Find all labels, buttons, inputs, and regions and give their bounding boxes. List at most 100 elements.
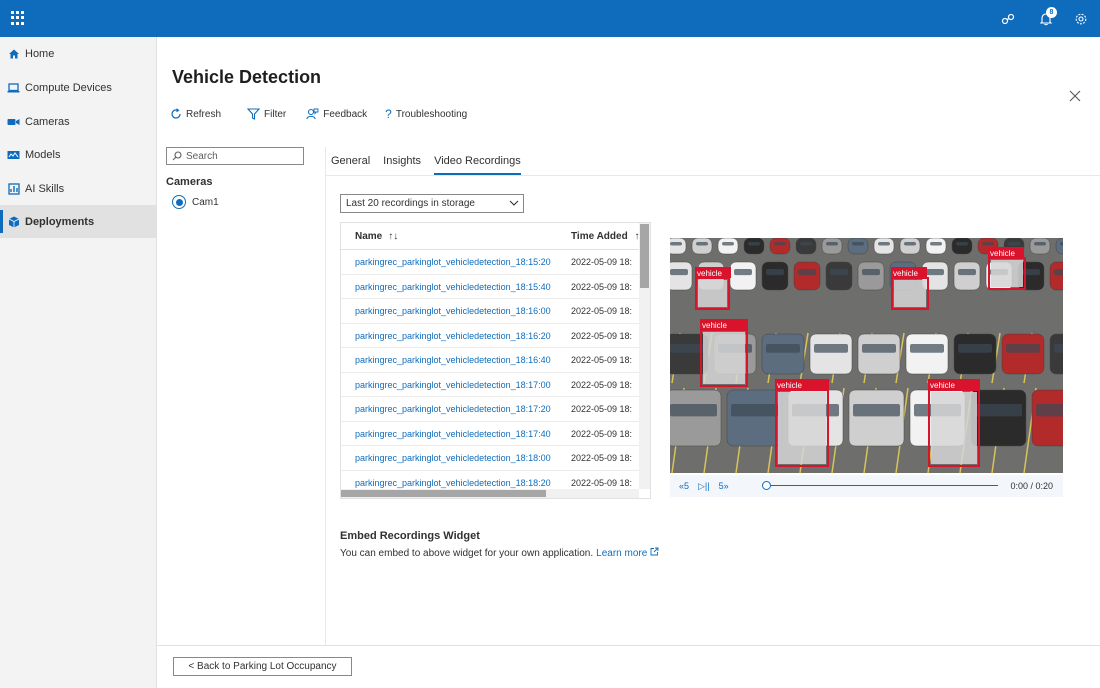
sidebar-item-models[interactable]: Models (0, 138, 157, 171)
table-row[interactable]: parkingrec_parkinglot_vehicledetection_1… (341, 397, 639, 422)
horizontal-scrollbar[interactable] (341, 489, 639, 498)
table-row[interactable]: parkingrec_parkinglot_vehicledetection_1… (341, 299, 639, 324)
column-header-time[interactable]: Time Added ↑ (571, 231, 639, 242)
table-row[interactable]: parkingrec_parkinglot_vehicledetection_1… (341, 275, 639, 299)
sidebar-item-ai-skills[interactable]: AI Skills (0, 172, 157, 205)
recording-name-link[interactable]: parkingrec_parkinglot_vehicledetection_1… (355, 282, 551, 292)
sidebar-item-compute-devices[interactable]: Compute Devices (0, 71, 157, 104)
video-controls: «5 ▷|| 5» 0:00 / 0:20 (670, 475, 1063, 497)
filter-button[interactable]: Filter (247, 108, 286, 120)
recording-name-link[interactable]: parkingrec_parkinglot_vehicledetection_1… (355, 257, 551, 267)
svg-text:vehicle: vehicle (702, 321, 727, 330)
external-link-icon (650, 547, 659, 556)
recording-time: 2022-05-09 18: (571, 428, 633, 439)
radio-button[interactable] (172, 195, 186, 209)
recording-name-link[interactable]: parkingrec_parkinglot_vehicledetection_1… (355, 380, 551, 390)
play-pause-button[interactable]: ▷|| (698, 481, 710, 492)
camera-radio-cam1[interactable]: Cam1 (172, 195, 219, 209)
table-row[interactable]: parkingrec_parkinglot_vehicledetection_1… (341, 250, 639, 275)
home-icon (7, 48, 20, 60)
refresh-icon (171, 108, 181, 119)
rewind-button[interactable]: «5 (679, 481, 689, 491)
close-icon[interactable] (1068, 89, 1082, 103)
recording-time: 2022-05-09 18: (571, 477, 633, 488)
seek-handle[interactable] (762, 481, 771, 490)
recording-time: 2022-05-09 18: (571, 257, 633, 267)
app-launcher-icon[interactable] (11, 11, 25, 25)
recording-name-link[interactable]: parkingrec_parkinglot_vehicledetection_1… (355, 306, 551, 316)
recording-time: 2022-05-09 18: (571, 453, 633, 463)
top-bar: 8 (0, 0, 1100, 37)
filter-icon (247, 108, 261, 120)
camera-label: Cam1 (192, 196, 219, 208)
refresh-button[interactable]: Refresh (170, 108, 221, 120)
tabs-divider (326, 175, 1100, 176)
embed-text: You can embed to above widget for your o… (340, 547, 594, 559)
sidebar-item-label: Deployments (25, 215, 95, 228)
sidebar-item-label: Compute Devices (25, 81, 112, 94)
back-button[interactable]: < Back to Parking Lot Occupancy (173, 657, 352, 676)
recordings-filter-dropdown[interactable]: Last 20 recordings in storage (340, 194, 524, 213)
filter-label: Filter (264, 108, 287, 120)
table-row[interactable]: parkingrec_parkinglot_vehicledetection_1… (341, 348, 639, 373)
recordings-table: Name ↑↓ Time Added ↑ parkingrec_parkingl… (340, 222, 651, 499)
video-camera-icon (7, 116, 20, 128)
tab-video-recordings[interactable]: Video Recordings (434, 155, 521, 175)
recording-name-link[interactable]: parkingrec_parkinglot_vehicledetection_1… (355, 453, 551, 463)
connection-icon[interactable] (999, 10, 1017, 28)
forward-button[interactable]: 5» (719, 481, 729, 491)
tab-general[interactable]: General (331, 155, 370, 175)
question-icon: ? (385, 107, 392, 121)
recording-time: 2022-05-09 18: (571, 355, 633, 365)
command-bar: Refresh Filter Feedback ? Troubleshootin… (170, 105, 485, 123)
sidebar-item-home[interactable]: Home (0, 37, 157, 70)
feedback-icon (306, 108, 319, 120)
search-input[interactable]: Search (166, 147, 304, 165)
embed-description: You can embed to above widget for your o… (340, 547, 659, 559)
gear-icon[interactable] (1072, 10, 1090, 28)
learn-more-link[interactable]: Learn more (596, 547, 659, 559)
tab-insights[interactable]: Insights (383, 155, 421, 175)
time-display: 0:00 / 0:20 (1010, 481, 1053, 491)
recording-name-link[interactable]: parkingrec_parkinglot_vehicledetection_1… (355, 404, 551, 414)
refresh-label: Refresh (186, 108, 222, 120)
recording-time: 2022-05-09 18: (571, 379, 633, 390)
table-body: parkingrec_parkinglot_vehicledetection_1… (341, 250, 639, 495)
column-time-label: Time Added (571, 231, 628, 242)
vertical-scrollbar[interactable] (639, 223, 650, 489)
embed-title: Embed Recordings Widget (340, 530, 480, 542)
table-row[interactable]: parkingrec_parkinglot_vehicledetection_1… (341, 422, 639, 446)
panel-divider (325, 147, 326, 645)
sidebar-item-label: Cameras (25, 115, 70, 128)
recording-name-link[interactable]: parkingrec_parkinglot_vehicledetection_1… (355, 355, 551, 365)
skills-icon (7, 182, 20, 195)
troubleshooting-button[interactable]: ? Troubleshooting (385, 107, 467, 121)
column-header-name[interactable]: Name ↑↓ (355, 231, 398, 242)
recording-name-link[interactable]: parkingrec_parkinglot_vehicledetection_1… (355, 478, 551, 488)
table-row[interactable]: parkingrec_parkinglot_vehicledetection_1… (341, 373, 639, 397)
page-title: Vehicle Detection (172, 67, 322, 87)
bell-icon[interactable]: 8 (1037, 7, 1057, 28)
troubleshooting-label: Troubleshooting (395, 108, 468, 120)
tab-list: General Insights Video Recordings (331, 155, 534, 175)
recording-name-link[interactable]: parkingrec_parkinglot_vehicledetection_1… (355, 331, 551, 341)
feedback-button[interactable]: Feedback (306, 108, 367, 120)
model-icon (7, 149, 20, 161)
table-row[interactable]: parkingrec_parkinglot_vehicledetection_1… (341, 446, 639, 471)
video-player[interactable]: vehicle vehicle vehicle vehicle vehicle vehic… (670, 238, 1063, 473)
sidebar-item-deployments[interactable]: Deployments (0, 205, 157, 238)
sidebar: Home Compute Devices Cameras Models AI S… (0, 37, 157, 688)
table-header: Name ↑↓ Time Added ↑ (341, 223, 639, 250)
sidebar-item-cameras[interactable]: Cameras (0, 105, 157, 138)
learn-more-label: Learn more (596, 548, 648, 559)
sidebar-item-label: AI Skills (25, 182, 65, 195)
table-row[interactable]: parkingrec_parkinglot_vehicledetection_1… (341, 324, 639, 348)
recording-name-link[interactable]: parkingrec_parkinglot_vehicledetection_1… (355, 429, 551, 439)
parking-lot-video-frame: vehicle vehicle vehicle vehicle vehicle vehic… (670, 238, 1063, 473)
feedback-label: Feedback (323, 108, 368, 120)
laptop-icon (7, 82, 20, 94)
seek-track[interactable] (766, 485, 998, 486)
chevron-down-icon (509, 200, 519, 206)
sidebar-item-label: Home (25, 47, 55, 60)
svg-text:vehicle: vehicle (777, 381, 802, 390)
